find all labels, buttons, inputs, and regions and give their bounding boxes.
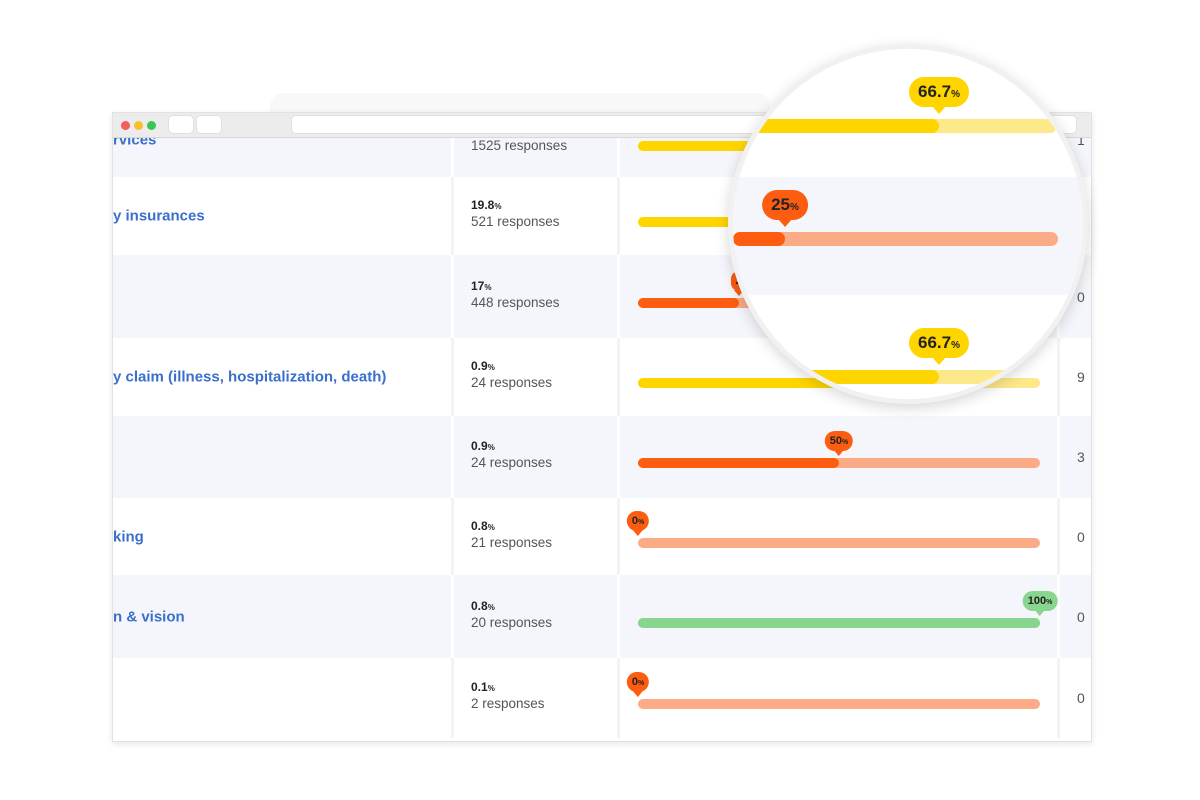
share-percent: 17% — [471, 278, 492, 293]
response-count: 1525 responses — [471, 138, 568, 153]
row-label-link[interactable]: king — [113, 528, 144, 545]
row-share-cell: 0.8% 21 responses — [454, 498, 617, 575]
score-bar-track — [638, 617, 1040, 628]
row-label-cell — [113, 255, 451, 338]
magnified-row — [733, 49, 1083, 155]
magnified-score-bubble: 25% — [762, 190, 808, 220]
row-bar-cell: 0% — [620, 498, 1057, 575]
response-count: 521 responses — [471, 214, 560, 229]
row-label-cell — [113, 658, 451, 738]
magnifier-lens: 66.7% 25% 66.7% — [728, 44, 1088, 404]
score-bar-fill — [638, 458, 839, 468]
forward-button[interactable] — [197, 116, 221, 133]
row-share-cell: 0.1% 2 responses — [454, 658, 617, 738]
row-label-cell — [113, 416, 451, 498]
row-extra-value: 0 — [1077, 528, 1085, 545]
row-extra-value: 0 — [1077, 608, 1085, 625]
table-row: n & vision 0.8% 20 responses 100% 0 — [113, 575, 1091, 658]
row-label-link[interactable]: y claim (illness, hospitalization, death… — [113, 369, 386, 386]
row-label-link[interactable]: y insurances — [113, 208, 205, 225]
row-share-cell: 0.9% 24 responses — [454, 416, 617, 498]
row-share-cell: 0.9% 24 responses — [454, 338, 617, 416]
score-bar-fill — [638, 297, 739, 308]
response-count: 24 responses — [471, 375, 553, 390]
magnified-bar-track — [733, 119, 1057, 133]
row-bar-cell: 0% — [620, 658, 1057, 738]
response-count: 448 responses — [471, 294, 560, 310]
row-extra-cell: 0 — [1060, 498, 1091, 575]
row-label-link[interactable]: n & vision — [113, 608, 185, 625]
magnified-score-bubble: 66.7% — [909, 328, 969, 358]
row-extra-cell: 0 — [1060, 575, 1091, 658]
minimize-window-icon[interactable] — [134, 121, 143, 130]
score-bar-track — [638, 458, 1040, 468]
row-share-cell: 17% 448 responses — [454, 255, 617, 338]
back-button[interactable] — [169, 116, 193, 133]
response-count: 2 responses — [471, 696, 545, 711]
share-percent: 0.9% — [471, 439, 495, 453]
score-bubble: 0% — [626, 510, 650, 531]
table-row: king 0.8% 21 responses 0% 0 — [113, 498, 1091, 575]
share-percent: 0.9% — [471, 359, 495, 373]
row-extra-cell: 0 — [1060, 658, 1091, 738]
score-bar-track — [638, 537, 1040, 548]
row-bar-cell: 50% — [620, 416, 1057, 498]
response-count: 24 responses — [471, 455, 553, 470]
row-extra-value: 3 — [1077, 449, 1085, 465]
score-bar-track — [638, 699, 1040, 709]
share-percent: 19.8% — [471, 198, 502, 212]
row-label-cell: king — [113, 498, 451, 575]
row-label-cell: y claim (illness, hospitalization, death… — [113, 338, 451, 416]
row-label-cell: n & vision — [113, 575, 451, 658]
magnified-bar-fill — [733, 370, 939, 384]
magnified-bar-track — [733, 232, 1058, 246]
score-bubble: 50% — [824, 431, 854, 451]
response-count: 20 responses — [471, 614, 553, 630]
maximize-window-icon[interactable] — [147, 121, 156, 130]
row-share-cell: 19.8% 521 responses — [454, 177, 617, 255]
close-window-icon[interactable] — [121, 121, 130, 130]
magnified-bar-fill — [733, 119, 939, 133]
row-label-cell: y insurances — [113, 177, 451, 255]
score-bar-fill — [638, 617, 1040, 628]
share-percent: 0.8% — [471, 598, 495, 613]
share-percent: 0.1% — [471, 680, 495, 694]
magnified-bar-fill — [733, 232, 785, 246]
score-bubble: 100% — [1022, 590, 1058, 611]
share-percent: 0.8% — [471, 518, 495, 533]
row-extra-value: 0 — [1077, 690, 1085, 706]
row-share-cell: 0.8% 20 responses — [454, 575, 617, 658]
row-extra-cell: 3 — [1060, 416, 1091, 498]
score-bubble: 0% — [626, 672, 650, 692]
row-bar-cell: 100% — [620, 575, 1058, 658]
response-count: 21 responses — [471, 534, 553, 550]
magnified-score-bubble: 66.7% — [909, 77, 969, 107]
table-row: 0.1% 2 responses 0% 0 — [113, 658, 1091, 738]
magnified-bar-track — [733, 370, 1057, 384]
table-row: 0.9% 24 responses 50% 3 — [113, 416, 1091, 498]
